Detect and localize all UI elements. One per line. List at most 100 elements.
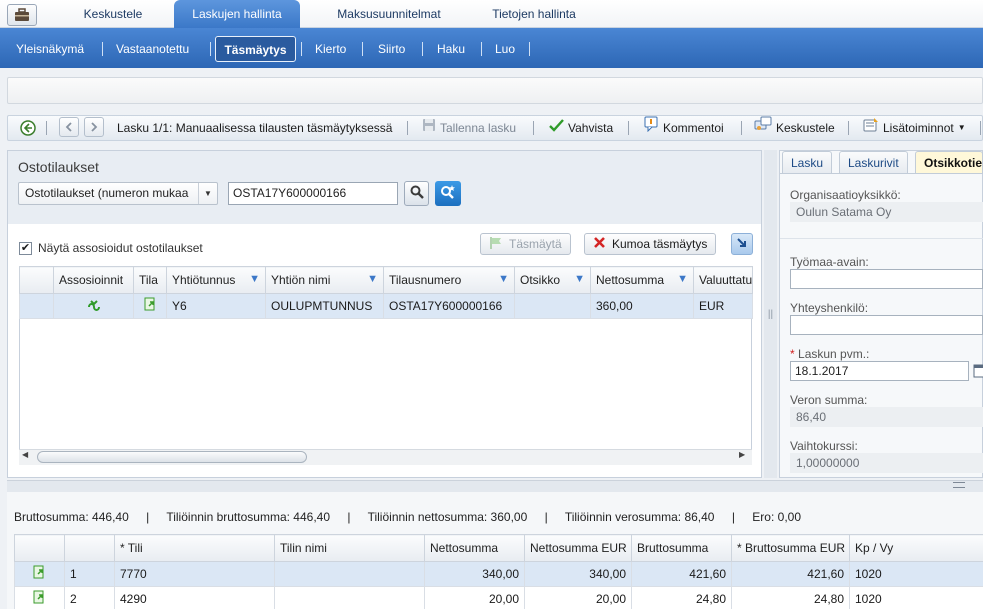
association-link-icon[interactable] — [86, 299, 102, 315]
discuss-button[interactable]: Keskustele — [754, 115, 835, 141]
invoice-date-input[interactable]: 18.1.2017 — [790, 361, 969, 381]
comment-label: Kommentoi — [663, 121, 724, 135]
site-key-input[interactable] — [790, 269, 983, 289]
column-header-associations[interactable]: Assosioinnit — [53, 266, 134, 294]
scroll-right-icon[interactable]: ▶ — [739, 450, 745, 459]
row-selector[interactable] — [19, 293, 54, 319]
separator: | — [347, 510, 351, 524]
panel-title: Ostotilaukset — [18, 159, 99, 175]
filter-icon[interactable]: ▼ — [498, 273, 509, 285]
column-header-icon[interactable] — [14, 534, 65, 562]
tab-laskujen-hallinta[interactable]: Laskujen hallinta — [174, 0, 300, 28]
net-header-label: Nettosumma — [596, 273, 665, 287]
subnav-yleisnakyma[interactable]: Yleisnäkymä — [8, 36, 92, 62]
search-button[interactable] — [404, 181, 429, 206]
tab-keskustele[interactable]: Keskustele — [70, 0, 156, 28]
contact-input[interactable] — [790, 315, 983, 335]
subnav-divider — [102, 42, 103, 56]
export-button[interactable] — [731, 233, 753, 255]
tab-tietojen-hallinta[interactable]: Tietojen hallinta — [478, 0, 590, 28]
column-header-net[interactable]: Nettosumma — [424, 534, 525, 562]
column-header-company-name[interactable]: Yhtiön nimi ▼ — [265, 266, 384, 294]
column-header-currency[interactable]: Valuuttatu — [693, 266, 753, 294]
order-search-input[interactable]: OSTA17Y600000166 — [228, 182, 398, 205]
column-header-gross-eur[interactable]: * Bruttosumma EUR — [731, 534, 850, 562]
show-associated-toggle[interactable]: ✔ Näytä assosioidut ostotilaukset — [19, 241, 203, 255]
column-header-status[interactable]: Tila — [133, 266, 167, 294]
subnav-kierto[interactable]: Kierto — [307, 36, 354, 62]
org-unit-value: Oulun Satama Oy — [790, 202, 983, 222]
toolbar-divider — [980, 121, 981, 135]
net-eur-cell: 20,00 — [524, 586, 632, 609]
tab-maksusuunnitelmat[interactable]: Maksusuunnitelmat — [322, 0, 456, 28]
column-header-company-code[interactable]: Yhtiötunnus ▼ — [166, 266, 266, 294]
separator: | — [731, 510, 735, 524]
column-header-account[interactable]: * Tili — [114, 534, 275, 562]
net-cell: 360,00 — [590, 293, 694, 319]
show-associated-checkbox[interactable]: ✔ — [19, 241, 32, 255]
table-row[interactable]: 2 4290 20,00 20,00 24,80 24,80 1020 — [14, 586, 983, 609]
vertical-splitter[interactable]: || — [764, 150, 777, 478]
row-number-cell: 1 — [64, 561, 115, 587]
table-row[interactable]: Y6 OULUPMTUNNUS OSTA17Y600000166 360,00 … — [19, 293, 753, 319]
tab-otsikkotiedot[interactable]: Otsikkotie — [915, 151, 983, 173]
subnav-siirto[interactable]: Siirto — [370, 36, 413, 62]
scroll-left-icon[interactable]: ◀ — [22, 450, 28, 459]
account-cell[interactable]: 7770 — [114, 561, 275, 587]
match-button[interactable]: Täsmäytä — [480, 233, 571, 255]
next-icon[interactable] — [84, 117, 104, 137]
column-header-title[interactable]: Otsikko ▼ — [514, 266, 591, 294]
association-cell[interactable] — [53, 293, 134, 319]
column-header-gross[interactable]: Bruttosumma — [631, 534, 732, 562]
filter-icon[interactable]: ▼ — [367, 273, 378, 285]
document-status-icon — [33, 565, 46, 583]
table-row[interactable]: 1 7770 340,00 340,00 421,60 421,60 1020 — [14, 561, 983, 587]
account-cell[interactable]: 4290 — [114, 586, 275, 609]
chevron-down-icon[interactable]: ▼ — [198, 183, 217, 204]
acc-net-value: 360,00 — [490, 510, 528, 524]
filter-icon[interactable]: ▼ — [677, 273, 688, 285]
gross-cell: 421,60 — [631, 561, 732, 587]
scrollbar-thumb[interactable] — [37, 451, 307, 463]
cost-center-cell[interactable]: 1020 — [849, 586, 983, 609]
calendar-icon[interactable] — [973, 362, 983, 380]
previous-icon[interactable] — [59, 117, 79, 137]
subnav-vastaanotettu[interactable]: Vastaanotettu — [108, 36, 197, 62]
column-header-account-name[interactable]: Tilin nimi — [274, 534, 425, 562]
subnav-tasmaytys[interactable]: Täsmäytys — [215, 36, 296, 62]
advanced-search-button[interactable] — [435, 181, 461, 206]
horizontal-splitter[interactable] — [7, 480, 983, 492]
filter-icon[interactable]: ▼ — [249, 273, 260, 285]
column-header-net-eur[interactable]: Nettosumma EUR — [524, 534, 632, 562]
toolbar-divider — [46, 121, 47, 135]
net-cell[interactable]: 20,00 — [424, 586, 525, 609]
company-name-header-label: Yhtiön nimi — [271, 273, 331, 287]
subnav-divider — [362, 42, 363, 56]
cost-center-cell[interactable]: 1020 — [849, 561, 983, 587]
column-header-order-number[interactable]: Tilausnumero ▼ — [383, 266, 515, 294]
more-actions-button[interactable]: Lisätoiminnot ▼ — [863, 115, 966, 141]
subnav-haku[interactable]: Haku — [429, 36, 473, 62]
currency-cell: EUR — [693, 293, 753, 319]
back-icon[interactable] — [19, 119, 37, 137]
briefcase-icon[interactable] — [7, 4, 37, 26]
filter-icon[interactable]: ▼ — [574, 273, 585, 285]
difference-value: 0,00 — [777, 510, 802, 524]
tab-laskurivit[interactable]: Laskurivit — [839, 151, 908, 173]
search-type-select[interactable]: Ostotilaukset (numeron mukaa — [18, 182, 218, 205]
tab-lasku[interactable]: Lasku — [782, 151, 833, 173]
subnav-luo[interactable]: Luo — [487, 36, 523, 62]
row-status-cell — [14, 586, 65, 609]
column-header-select[interactable] — [19, 266, 54, 294]
save-invoice-button[interactable]: Tallenna lasku — [422, 115, 516, 141]
net-cell[interactable]: 340,00 — [424, 561, 525, 587]
tax-amount-value: 86,40 — [790, 407, 983, 427]
subnav-divider — [422, 42, 423, 56]
column-header-row-number[interactable] — [64, 534, 115, 562]
undo-match-button[interactable]: Kumoa täsmäytys — [584, 233, 717, 255]
splitter-grip-icon[interactable] — [953, 482, 965, 488]
column-header-net[interactable]: Nettosumma ▼ — [590, 266, 694, 294]
comment-button[interactable]: Kommentoi — [643, 115, 724, 141]
column-header-cost-center[interactable]: Kp / Vy — [849, 534, 983, 562]
confirm-button[interactable]: Vahvista — [549, 115, 613, 141]
